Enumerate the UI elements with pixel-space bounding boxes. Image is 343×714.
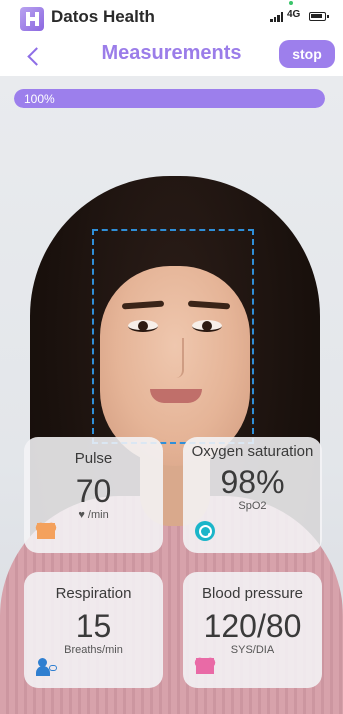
lungs-icon xyxy=(36,656,57,676)
face-detection-frame xyxy=(92,229,254,444)
app-name: Datos Health xyxy=(51,7,155,26)
network-label: 4G xyxy=(287,9,301,20)
camera-indicator-icon xyxy=(289,1,293,5)
oxygen-card: Oxygen saturation 98% SpO2 xyxy=(183,437,322,553)
nav-bar: Measurements stop xyxy=(0,38,343,76)
oxygen-unit: SpO2 xyxy=(238,500,267,512)
heart-icon xyxy=(36,521,56,541)
heart-shape xyxy=(196,658,214,674)
progress-label: 100% xyxy=(24,92,55,106)
heart-shape xyxy=(37,523,55,539)
pulse-value: 70 xyxy=(75,473,112,509)
respiration-title: Respiration xyxy=(55,585,132,602)
stop-button[interactable]: stop xyxy=(279,40,335,68)
oxygen-value: 98% xyxy=(220,464,285,500)
signal-icon xyxy=(270,12,284,22)
progress-bar: 100% xyxy=(14,89,325,108)
battery-icon xyxy=(309,12,329,21)
lungs-icon-detail xyxy=(49,665,57,671)
blood-pressure-unit: SYS/DIA xyxy=(230,644,275,656)
blood-pressure-title: Blood pressure xyxy=(202,585,303,602)
camera-view: 100% Pulse 70 ♥ /min Oxygen saturation 9… xyxy=(0,76,343,714)
oxygen-title: Oxygen saturation xyxy=(191,443,314,460)
app-logo-icon xyxy=(20,7,44,31)
pulse-unit: ♥ /min xyxy=(78,509,109,521)
pulse-card: Pulse 70 ♥ /min xyxy=(24,437,163,553)
oxygen-icon xyxy=(195,521,215,541)
respiration-unit: Breaths/min xyxy=(64,644,123,656)
respiration-card: Respiration 15 Breaths/min xyxy=(24,572,163,688)
heart-icon xyxy=(195,656,215,676)
status-bar: Datos Health 4G xyxy=(0,0,343,38)
blood-pressure-value: 120/80 xyxy=(203,608,302,644)
respiration-value: 15 xyxy=(75,608,112,644)
progress-fill xyxy=(14,89,325,108)
pulse-title: Pulse xyxy=(74,450,113,467)
blood-pressure-card: Blood pressure 120/80 SYS/DIA xyxy=(183,572,322,688)
